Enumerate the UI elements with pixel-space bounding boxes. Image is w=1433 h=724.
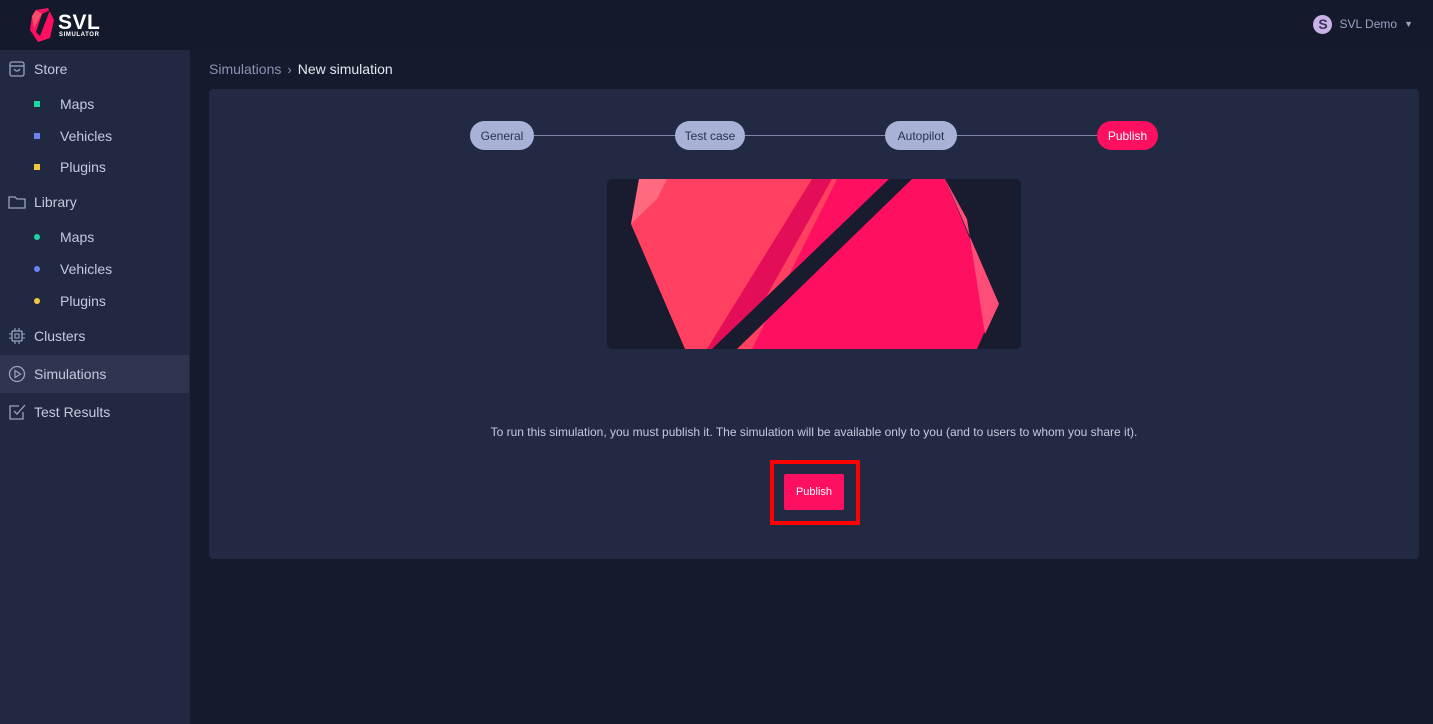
sidebar-item-label: Test Results — [34, 404, 111, 420]
sidebar-item-label: Plugins — [60, 159, 106, 175]
avatar: S — [1313, 14, 1333, 34]
round-bullet-icon — [34, 234, 40, 240]
step-publish[interactable]: Publish — [1097, 121, 1158, 150]
round-bullet-icon — [34, 266, 40, 272]
chevron-right-icon: › — [287, 61, 292, 77]
breadcrumb-simulations-link[interactable]: Simulations — [209, 61, 281, 77]
sidebar-item-library-plugins[interactable]: Plugins — [0, 286, 189, 316]
sidebar-item-label: Plugins — [60, 293, 106, 309]
user-menu[interactable]: S SVL Demo ▼ — [1313, 14, 1413, 34]
sidebar-item-test-results[interactable]: Test Results — [0, 393, 189, 431]
sidebar-item-label: Library — [34, 194, 77, 210]
sidebar-item-library[interactable]: Library — [0, 183, 189, 221]
sidebar-item-store-vehicles[interactable]: Vehicles — [0, 121, 189, 151]
sidebar-item-library-maps[interactable]: Maps — [0, 222, 189, 252]
caret-down-icon: ▼ — [1404, 19, 1413, 29]
publish-button[interactable]: Publish — [784, 474, 844, 510]
svl-logo[interactable]: SVL SIMULATOR — [28, 8, 118, 42]
play-circle-icon — [8, 365, 26, 383]
sidebar-item-label: Vehicles — [60, 128, 113, 144]
round-bullet-icon — [34, 298, 40, 304]
sidebar-item-simulations[interactable]: Simulations — [0, 355, 189, 393]
sidebar-item-library-vehicles[interactable]: Vehicles — [0, 254, 189, 284]
step-general[interactable]: General — [470, 121, 534, 150]
top-bar: SVL SIMULATOR S SVL Demo ▼ — [0, 0, 1433, 50]
stepper-connector — [745, 135, 886, 136]
square-bullet-icon — [34, 133, 40, 139]
folder-icon — [8, 196, 26, 209]
checkbox-icon — [9, 404, 26, 420]
publish-info-text: To run this simulation, you must publish… — [490, 425, 1138, 439]
svl-graphic-icon — [607, 179, 1021, 349]
sidebar-item-label: Maps — [60, 96, 95, 112]
square-bullet-icon — [34, 164, 40, 170]
logo-subtitle: SIMULATOR — [59, 32, 100, 38]
stepper-connector — [956, 135, 1098, 136]
step-test-case[interactable]: Test case — [675, 121, 745, 150]
shopping-bag-icon — [9, 61, 25, 77]
chip-icon — [9, 328, 25, 344]
user-name: SVL Demo — [1339, 17, 1398, 31]
sidebar-item-store[interactable]: Store — [0, 50, 189, 88]
sidebar-item-clusters[interactable]: Clusters — [0, 317, 189, 355]
square-bullet-icon — [34, 101, 40, 107]
stepper-connector — [534, 135, 676, 136]
sidebar-item-label: Store — [34, 61, 68, 77]
sidebar-item-store-maps[interactable]: Maps — [0, 89, 189, 119]
sidebar: Store Maps Vehicles Plugins Library Maps… — [0, 50, 190, 724]
sidebar-item-label: Simulations — [34, 366, 107, 382]
logo-mark-icon — [30, 8, 54, 42]
page-title: New simulation — [297, 61, 393, 77]
sidebar-item-label: Vehicles — [60, 261, 113, 277]
step-autopilot[interactable]: Autopilot — [885, 121, 957, 150]
sidebar-item-label: Maps — [60, 229, 95, 245]
sidebar-item-store-plugins[interactable]: Plugins — [0, 152, 189, 182]
sidebar-item-label: Clusters — [34, 328, 86, 344]
breadcrumb: Simulations › New simulation — [209, 61, 393, 77]
simulation-preview-image — [607, 179, 1021, 349]
